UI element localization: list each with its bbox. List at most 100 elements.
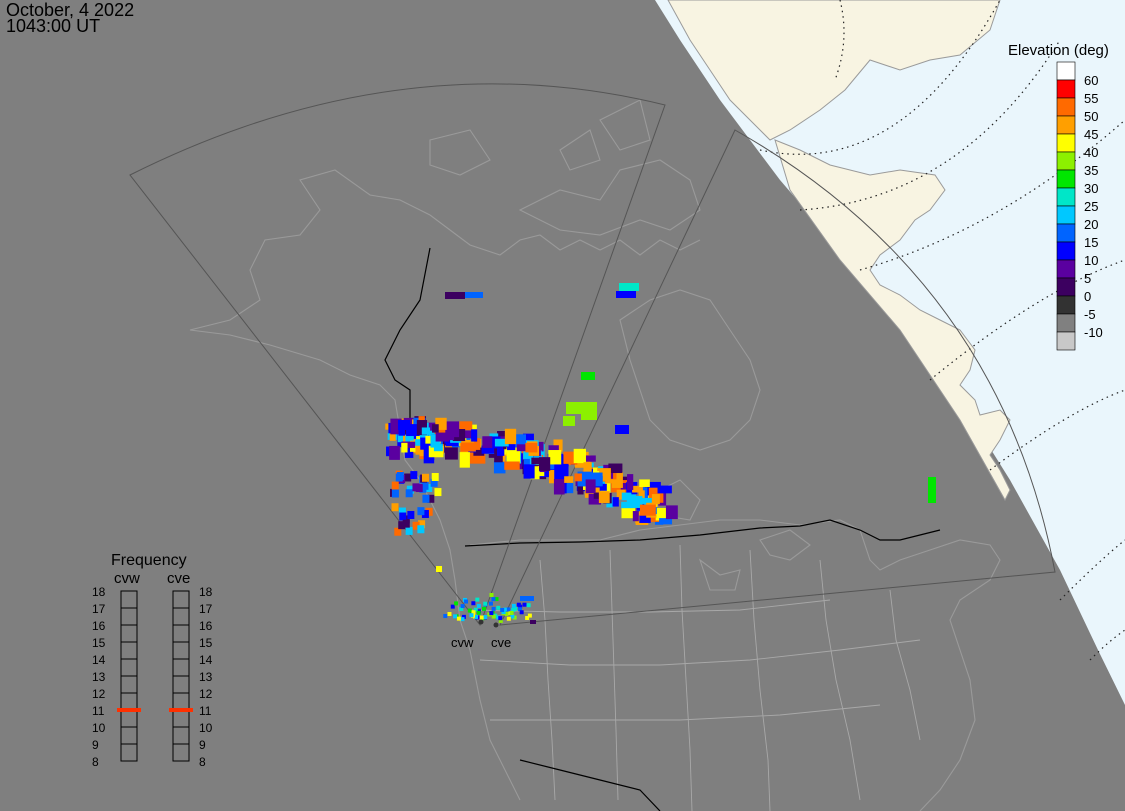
scatter-cell <box>412 483 420 492</box>
scatter-cell <box>475 597 480 602</box>
scatter-cell <box>526 603 531 608</box>
frequency-tick-label: 18 <box>92 585 106 599</box>
elevation-tick-label: 40 <box>1084 145 1098 160</box>
scatter-cell <box>520 596 534 601</box>
radar-site-cve-marker <box>493 622 499 628</box>
scatter-cell <box>665 505 678 520</box>
frequency-tick-label: 12 <box>92 687 106 701</box>
scatter-cell <box>491 597 496 602</box>
scatter-cell <box>443 614 448 619</box>
scatter-cell <box>398 420 410 430</box>
elevation-tick-label: -10 <box>1084 325 1103 340</box>
elevation-color-swatch <box>1056 295 1076 315</box>
scatter-cell <box>504 428 517 445</box>
frequency-tick-label: 9 <box>92 738 99 752</box>
scatter-cell <box>548 450 562 465</box>
scatter-cell <box>581 402 597 420</box>
scatter-cell <box>612 497 619 507</box>
frequency-tick-label: 8 <box>199 755 206 769</box>
elevation-color-swatch <box>1056 187 1076 207</box>
map-canvas: cvw cve Elevation (deg) 6055504540353025… <box>92 0 1125 811</box>
scatter-cell <box>456 616 461 621</box>
elevation-legend-title: Elevation (deg) <box>1008 42 1109 59</box>
scatter-cell <box>585 479 596 494</box>
frequency-tick-label: 12 <box>199 687 213 701</box>
scatter-cell <box>433 444 443 452</box>
scatter-cell <box>489 611 494 616</box>
state-lines <box>469 544 921 811</box>
scatter-cell <box>491 606 496 611</box>
scatter-cell <box>391 489 399 498</box>
scatter-cell <box>401 442 408 453</box>
scatter-cell <box>928 477 936 503</box>
radar-site-cvw-marker <box>478 619 484 625</box>
elevation-color-swatch <box>1056 169 1076 189</box>
sunlit-ocean <box>655 0 1125 705</box>
radar-site-cve-label: cve <box>491 635 511 650</box>
scatter-cell <box>422 494 430 503</box>
scatter-cell <box>465 292 483 298</box>
scatter-cell <box>391 503 399 512</box>
frequency-tick-label: 14 <box>199 653 213 667</box>
scatter-cell <box>454 601 459 606</box>
frequency-tick-label: 11 <box>199 704 212 718</box>
scatter-cell <box>491 614 496 619</box>
scatter-cell <box>469 613 474 618</box>
header-time: 1043:00 UT <box>6 16 101 36</box>
scatter-cell <box>405 489 413 498</box>
scatter-cell <box>639 479 650 487</box>
scatter-cell <box>447 612 452 617</box>
frequency-panel: Frequency cvw cve 18 18 17 17 16 16 15 15 14 14 13… <box>92 552 213 769</box>
elevation-color-swatch <box>1056 259 1076 279</box>
frequency-tick-label: 15 <box>199 636 213 650</box>
scatter-cell <box>651 494 660 505</box>
elevation-color-swatch <box>1056 313 1076 333</box>
radar-site-cvw-label: cvw <box>451 635 474 650</box>
elevation-tick-label: 20 <box>1084 217 1098 232</box>
scatter-cell <box>483 601 488 606</box>
sunlit-region <box>655 0 1125 705</box>
scatter-cell <box>621 492 632 501</box>
elevation-tick-label: 25 <box>1084 199 1098 214</box>
scatter-cell <box>598 491 610 504</box>
scatter-cell <box>616 291 636 298</box>
elevation-color-swatch <box>1056 97 1076 117</box>
radar-site-markers: cvw cve <box>451 619 511 650</box>
frequency-tick-label: 17 <box>199 602 213 616</box>
scatter-cell <box>590 472 603 479</box>
scatter-cell <box>525 442 538 453</box>
elevation-color-swatch <box>1056 241 1076 261</box>
scatter-cell <box>405 526 413 535</box>
scatter-cell <box>504 461 520 470</box>
scatter-cell <box>396 472 404 481</box>
scatter-cell <box>421 473 429 482</box>
scatter-cell <box>574 473 582 482</box>
elevation-tick-label: 50 <box>1084 109 1098 124</box>
scatter-cell <box>496 605 501 610</box>
scatter-cell <box>436 566 442 572</box>
scatter-cell <box>391 481 399 490</box>
frequency-tick-label: 15 <box>92 636 106 650</box>
elevation-tick-label: 45 <box>1084 127 1098 142</box>
elevation-color-swatch <box>1056 331 1076 351</box>
frequency-ladder: 18 18 17 17 16 16 15 15 14 14 13 13 12 12 11 11 10 10 9 9 8 8 <box>92 585 213 769</box>
scatter-cell <box>506 607 511 612</box>
scatter-cell <box>538 457 551 471</box>
elevation-tick-label: 5 <box>1084 271 1091 286</box>
elevation-color-swatch <box>1056 223 1076 243</box>
frequency-tick-label: 13 <box>199 670 213 684</box>
scatter-cell <box>434 488 442 497</box>
scatter-cell <box>407 510 415 519</box>
scatter-cell <box>527 613 532 618</box>
frequency-tick-label: 16 <box>199 619 213 633</box>
scatter-cell <box>421 427 431 435</box>
scatter-cell <box>482 436 493 448</box>
scatter-cell <box>483 615 488 620</box>
scatter-cell <box>639 504 656 516</box>
scatter-cell <box>553 479 565 495</box>
backscatter-data <box>385 283 936 624</box>
scatter-cell <box>460 442 476 452</box>
scatter-cell <box>417 525 425 534</box>
frequency-tick-label: 18 <box>199 585 213 599</box>
elevation-color-swatch <box>1056 151 1076 171</box>
